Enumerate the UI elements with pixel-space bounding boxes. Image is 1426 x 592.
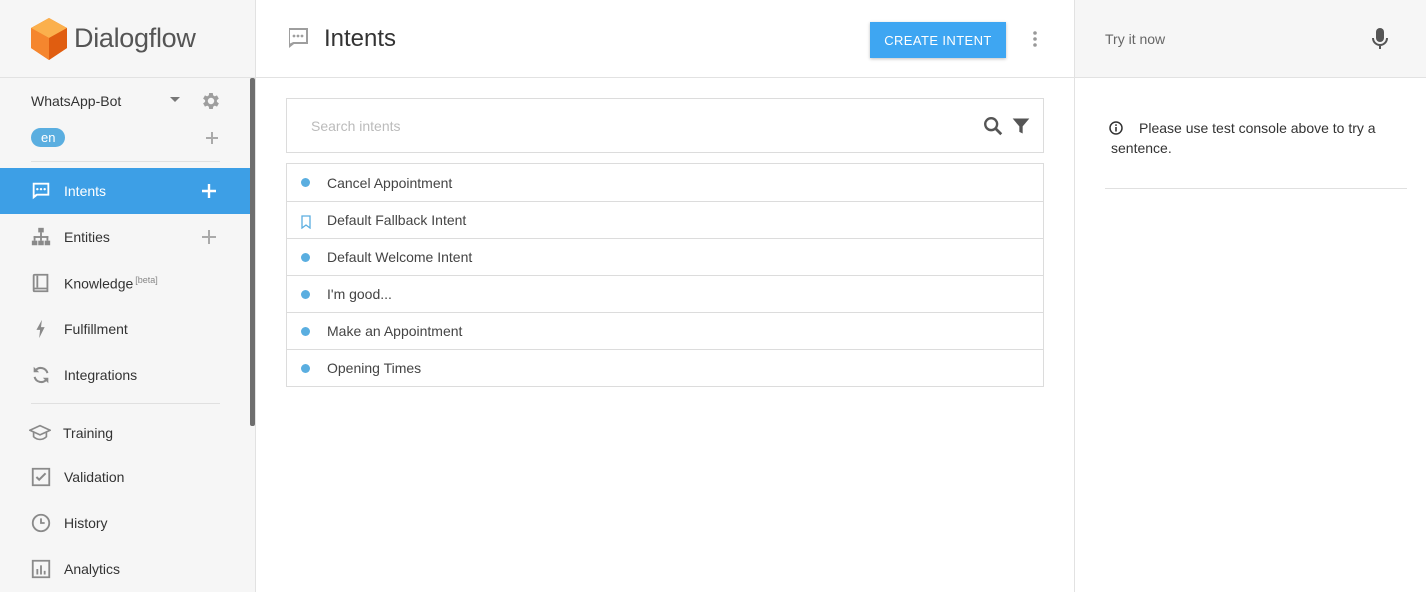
intent-status-dot <box>301 364 310 373</box>
intent-name[interactable]: Cancel Appointment <box>327 175 452 191</box>
book-icon <box>32 273 49 293</box>
intent-status-dot <box>301 253 310 262</box>
microphone-icon[interactable] <box>1371 27 1389 51</box>
filter-icon[interactable] <box>1011 116 1031 136</box>
sidebar-item-history[interactable]: History <box>0 500 250 546</box>
bar-chart-icon <box>31 559 51 579</box>
sidebar-item-label: Knowledge <box>64 275 134 292</box>
agent-dropdown-icon[interactable] <box>170 97 180 102</box>
create-intent-button[interactable]: CREATE INTENT <box>870 22 1006 58</box>
chat-icon <box>288 28 308 48</box>
sidebar-item-validation[interactable]: Validation <box>0 454 250 500</box>
intent-name[interactable]: I'm good... <box>327 286 392 302</box>
brand-name: Dialogflow <box>74 23 196 53</box>
chat-icon <box>32 182 50 200</box>
bookmark-icon <box>301 215 311 229</box>
try-it-bar <box>1075 0 1426 78</box>
sidebar-item-analytics[interactable]: Analytics <box>0 546 250 592</box>
sidebar-item-knowledge[interactable]: Knowledge [beta] <box>0 260 250 306</box>
add-entity-icon[interactable] <box>200 228 218 246</box>
search-icon[interactable] <box>982 115 1004 137</box>
intent-name[interactable]: Opening Times <box>327 360 421 376</box>
sidebar-item-label-wrap: Knowledge [beta] <box>64 275 158 292</box>
add-intent-icon[interactable] <box>200 182 218 200</box>
info-icon <box>1109 121 1123 135</box>
info-text: Please use test console above to try a s… <box>1111 120 1376 156</box>
gear-icon[interactable] <box>200 90 222 112</box>
more-options-icon[interactable] <box>1027 29 1043 49</box>
info-message: Please use test console above to try a s… <box>1109 118 1393 158</box>
agent-selector[interactable]: WhatsApp-Bot <box>31 90 221 112</box>
main-content: Intents CREATE INTENT Cancel Appointment… <box>256 0 1074 592</box>
panel-divider <box>1105 188 1407 189</box>
search-input[interactable] <box>288 100 968 151</box>
intent-row-make-appointment[interactable]: Make an Appointment <box>287 312 1043 349</box>
sidebar-item-label: Validation <box>64 469 125 485</box>
clock-icon <box>31 513 51 533</box>
intent-row-im-good[interactable]: I'm good... <box>287 275 1043 312</box>
test-console-panel: Please use test console above to try a s… <box>1074 0 1426 592</box>
intent-status-dot <box>301 290 310 299</box>
sidebar-item-entities[interactable]: Entities <box>0 214 250 260</box>
sidebar-item-label: Analytics <box>64 561 121 577</box>
language-row: en <box>31 127 221 149</box>
sidebar-item-label: Integrations <box>64 367 138 383</box>
page-title: Intents <box>324 25 397 52</box>
add-language-icon[interactable] <box>203 129 221 147</box>
checkbox-icon <box>31 467 51 487</box>
intent-row-default-fallback[interactable]: Default Fallback Intent <box>287 201 1043 238</box>
intent-row-cancel-appointment[interactable]: Cancel Appointment <box>287 164 1043 201</box>
sidebar-scrollbar[interactable] <box>250 78 255 426</box>
sidebar: Dialogflow WhatsApp-Bot en Intents Entit… <box>0 0 256 592</box>
intent-name[interactable]: Default Welcome Intent <box>327 249 472 265</box>
sidebar-item-training[interactable]: Training <box>0 410 250 456</box>
sidebar-item-label: Intents <box>64 183 107 199</box>
graduation-cap-icon <box>29 424 51 441</box>
hierarchy-icon <box>31 227 51 246</box>
intent-row-opening-times[interactable]: Opening Times <box>287 349 1043 386</box>
sync-icon <box>33 366 49 384</box>
beta-badge: [beta] <box>135 274 158 285</box>
sidebar-item-fulfillment[interactable]: Fulfillment <box>0 306 250 352</box>
sidebar-divider <box>31 403 220 404</box>
intent-name[interactable]: Make an Appointment <box>327 323 462 339</box>
try-it-input[interactable] <box>1105 24 1355 54</box>
sidebar-item-label: Fulfillment <box>64 321 128 337</box>
sidebar-item-label: History <box>64 515 108 531</box>
dialogflow-logo-icon <box>31 17 67 60</box>
sidebar-item-integrations[interactable]: Integrations <box>0 352 250 398</box>
sidebar-item-label: Entities <box>64 229 110 245</box>
sidebar-item-intents[interactable]: Intents <box>0 168 250 214</box>
agent-name[interactable]: WhatsApp-Bot <box>31 93 121 109</box>
bolt-icon <box>36 319 45 339</box>
intent-status-dot <box>301 178 310 187</box>
intent-name[interactable]: Default Fallback Intent <box>327 212 466 228</box>
sidebar-item-label: Training <box>63 425 114 441</box>
intent-list: Cancel Appointment Default Fallback Inte… <box>286 163 1044 387</box>
brand[interactable]: Dialogflow <box>0 0 255 78</box>
intent-status-dot <box>301 327 310 336</box>
main-header: Intents CREATE INTENT <box>256 0 1074 78</box>
language-chip[interactable]: en <box>31 128 66 147</box>
sidebar-divider <box>31 161 220 162</box>
intent-row-default-welcome[interactable]: Default Welcome Intent <box>287 238 1043 275</box>
search-box <box>286 98 1044 153</box>
